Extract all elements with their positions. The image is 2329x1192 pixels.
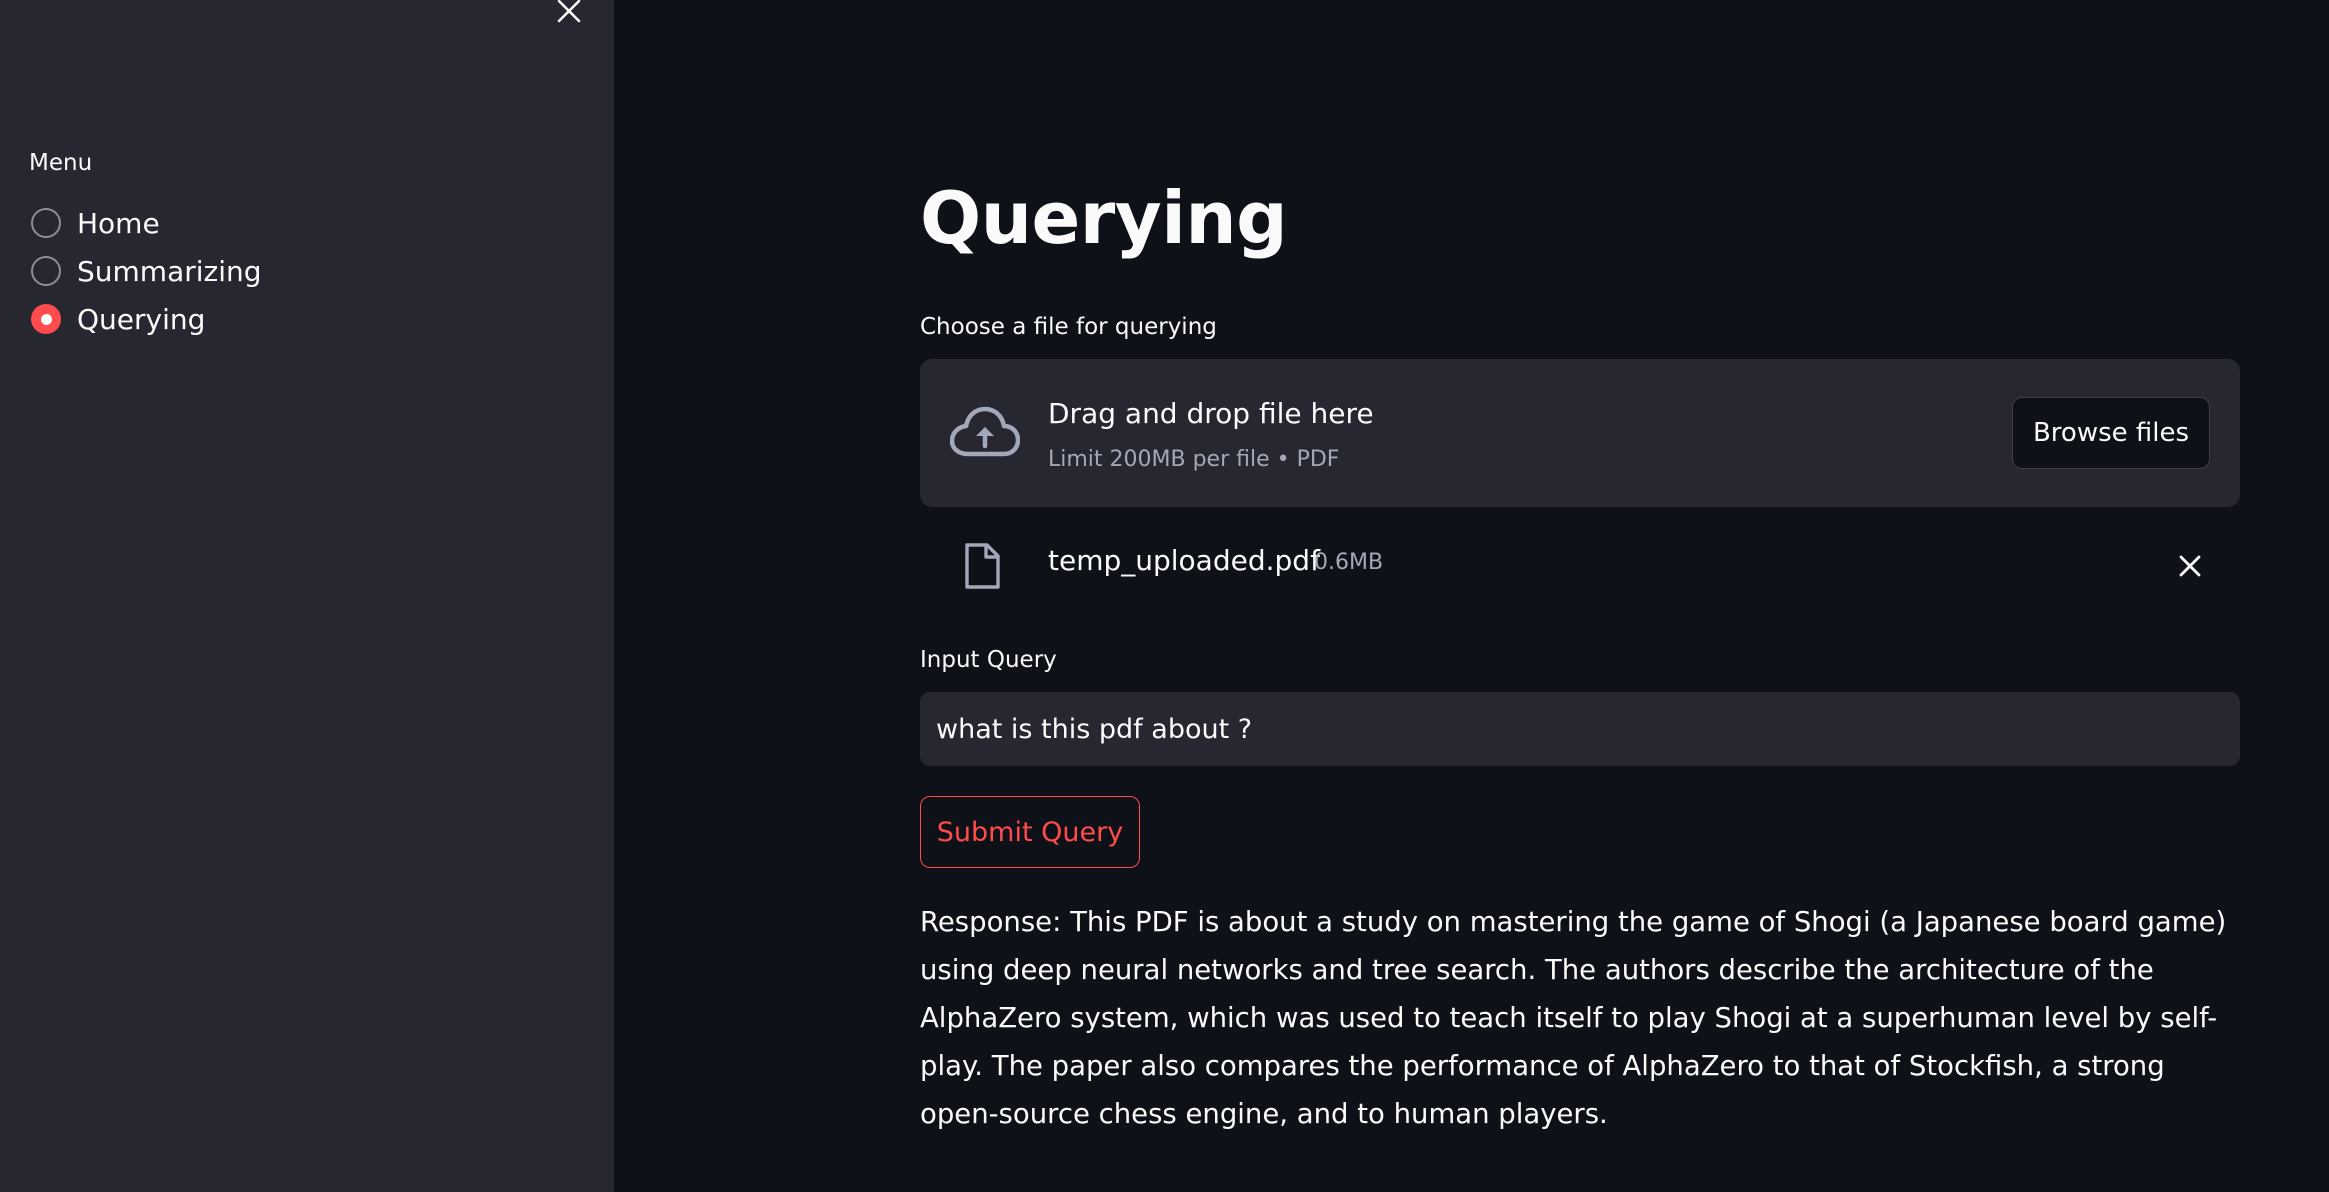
remove-icon <box>2179 555 2201 577</box>
radio-button[interactable] <box>31 256 61 286</box>
sidebar-close-button[interactable] <box>552 0 586 28</box>
radio-label-querying: Querying <box>77 302 206 336</box>
dropzone-title: Drag and drop file here <box>1048 397 1374 430</box>
uploaded-file-name: temp_uploaded.pdf <box>1048 544 1320 577</box>
radio-label-summarizing: Summarizing <box>77 254 262 288</box>
radio-button-selected[interactable] <box>31 304 61 334</box>
query-label: Input Query <box>920 647 1057 673</box>
radio-item-querying[interactable]: Querying <box>31 299 205 339</box>
submit-query-button[interactable]: Submit Query <box>920 796 1140 868</box>
radio-button[interactable] <box>31 208 61 238</box>
uploaded-file-size: 0.6MB <box>1314 550 1384 575</box>
close-icon <box>557 0 581 23</box>
radio-label-home: Home <box>77 206 160 240</box>
uploaded-file-row: temp_uploaded.pdf 0.6MB <box>920 530 2240 602</box>
radio-item-summarizing[interactable]: Summarizing <box>31 251 262 291</box>
file-icon <box>965 543 1000 589</box>
response-text: Response: This PDF is about a study on m… <box>920 906 2227 1130</box>
browse-files-button[interactable]: Browse files <box>2012 397 2210 469</box>
sidebar: Menu Home Summarizing Querying <box>0 0 614 1192</box>
radio-item-home[interactable]: Home <box>31 203 160 243</box>
radio-dot <box>40 313 52 325</box>
dropzone-limit: Limit 200MB per file • PDF <box>1048 447 1340 472</box>
uploader-label: Choose a file for querying <box>920 314 1217 340</box>
query-input[interactable] <box>920 692 2240 766</box>
remove-file-button[interactable] <box>2172 548 2208 584</box>
page-title: Querying <box>920 176 1288 260</box>
menu-label: Menu <box>29 150 93 176</box>
file-dropzone[interactable]: Drag and drop file here Limit 200MB per … <box>920 359 2240 507</box>
cloud-upload-icon <box>950 406 1020 457</box>
